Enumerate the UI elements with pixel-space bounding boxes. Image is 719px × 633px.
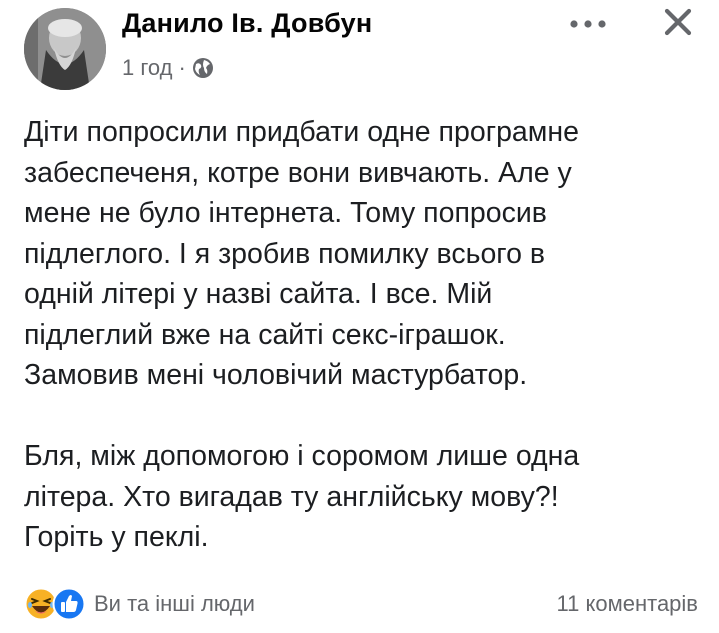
facebook-post: Данило Ів. Довбун 1 год · Діти попросили…	[0, 0, 719, 633]
reactions-label[interactable]: Ви та інші люди	[94, 591, 255, 617]
post-paragraph: Діти попросили придбати одне програмне з…	[24, 116, 579, 391]
close-button[interactable]	[658, 2, 698, 42]
more-options-button[interactable]	[566, 10, 610, 38]
author-avatar[interactable]	[24, 8, 106, 90]
comments-count[interactable]: 11 коментарів	[557, 591, 698, 617]
reaction-icons	[24, 587, 86, 621]
post-time[interactable]: 1 год	[122, 55, 172, 81]
like-icon	[52, 587, 86, 621]
close-icon	[664, 8, 692, 36]
post-footer: Ви та інші люди 11 коментарів	[24, 586, 698, 622]
post-meta: 1 год ·	[122, 54, 214, 82]
reactions-summary[interactable]: Ви та інші люди	[24, 587, 255, 621]
meta-separator: ·	[178, 55, 186, 80]
post-paragraph: Бля, між допомогою і соромом лише одна л…	[24, 440, 580, 553]
post-text: Діти попросили придбати одне програмне з…	[24, 112, 694, 558]
more-horizontal-icon	[570, 20, 606, 28]
globe-icon[interactable]	[192, 57, 214, 79]
avatar-image	[24, 8, 106, 90]
author-name[interactable]: Данило Ів. Довбун	[122, 8, 372, 39]
like-icon-wrap	[52, 587, 86, 621]
